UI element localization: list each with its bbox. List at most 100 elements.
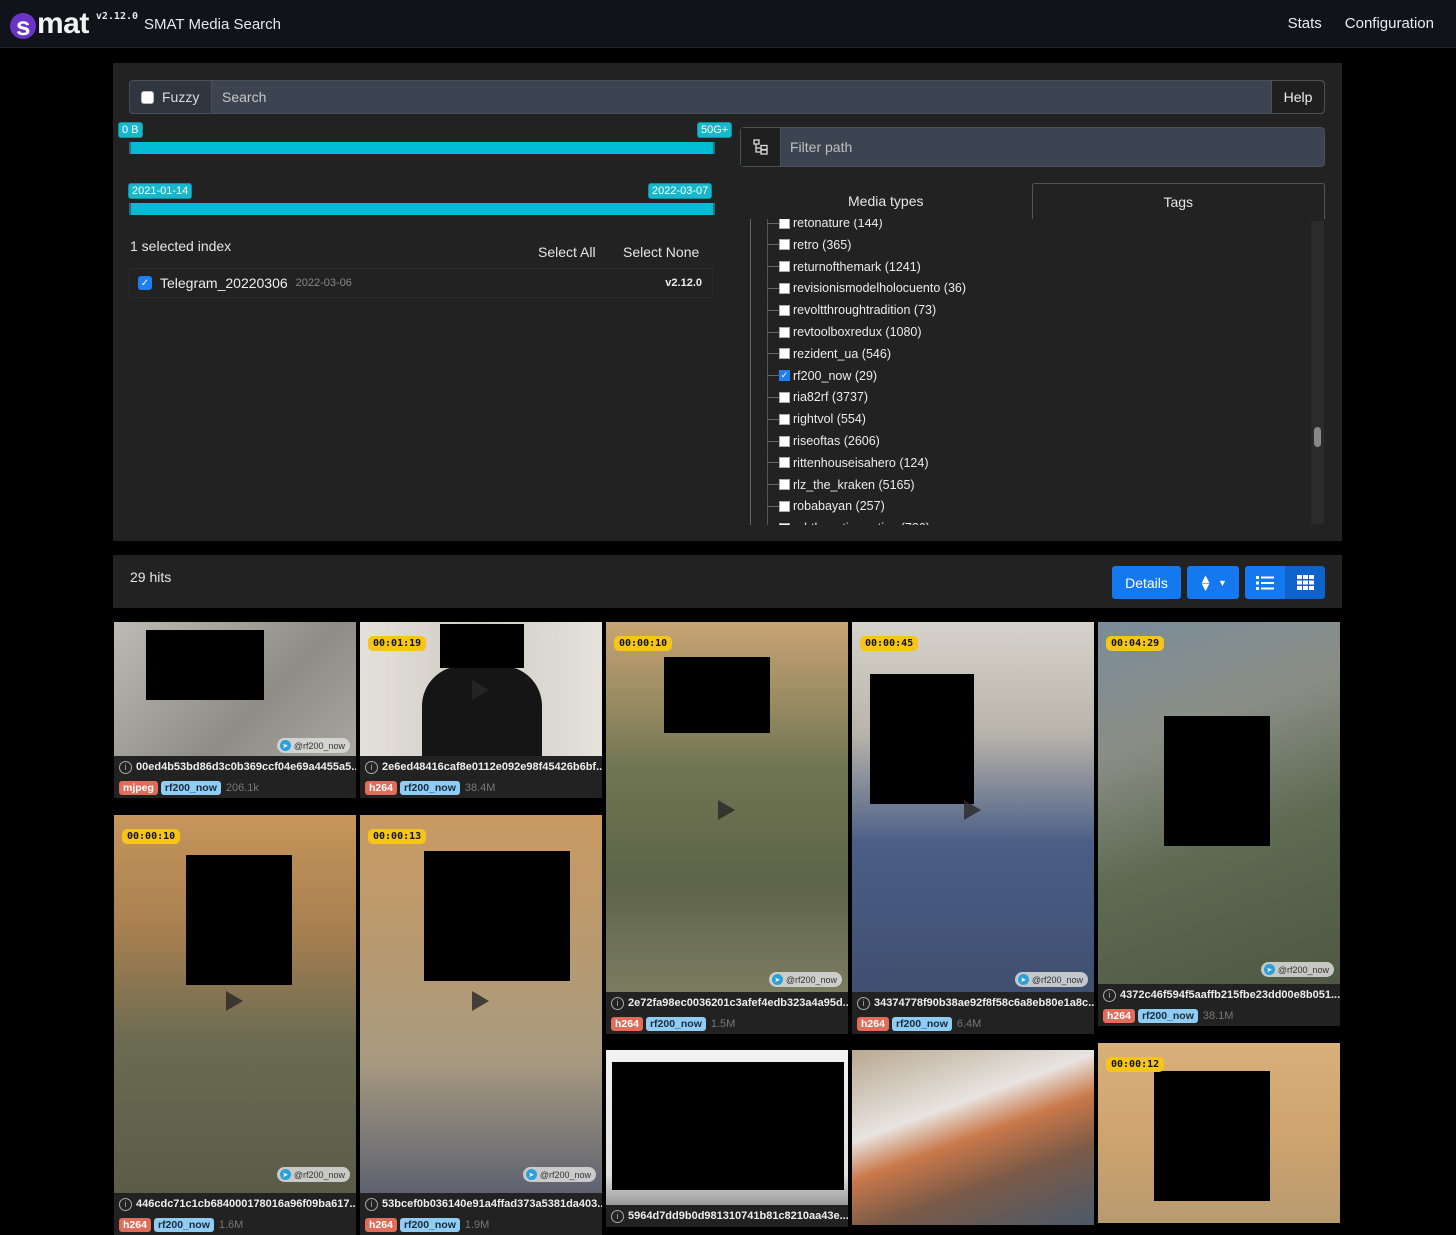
file-name[interactable]: i 34374778f90b38ae92f8f58c6a8eb80e1a8c... [852,992,1094,1014]
tag-tree-scrollbar[interactable] [1311,221,1324,524]
result-card[interactable]: 00:00:45 ➤ @rf200_now i 34374778f90b38ae92f8… [852,622,1094,1034]
folder-tree-icon[interactable] [741,128,781,166]
tag-item[interactable]: riseoftas (2606) [767,431,880,451]
result-card[interactable]: ➤ @rf200_now i 00ed4b53bd86d3c0b369ccf04e69… [114,622,356,798]
tag-checkbox[interactable]: ✓ [779,370,790,382]
tag-checkbox[interactable] [779,522,790,525]
media-thumbnail[interactable]: 00:00:12 [1098,1043,1340,1223]
tag-checkbox[interactable] [779,261,790,273]
filter-path-input[interactable] [781,128,1324,166]
info-icon[interactable]: i [857,996,870,1010]
file-name[interactable]: i 446cdc71c1cb684000178016a96f09ba617... [114,1193,356,1215]
tag-item[interactable]: retro (365) [767,235,851,255]
tag-item[interactable]: rightvol (554) [767,409,866,429]
media-thumbnail[interactable]: 00:01:19 [360,622,602,756]
tag-checkbox[interactable] [779,435,790,447]
play-icon[interactable] [964,800,981,820]
file-name[interactable]: i 5964d7dd9b0d981310741b81c8210aa43e... [606,1205,848,1227]
media-thumbnail[interactable]: 00:00:10 ➤ @rf200_now [606,622,848,992]
info-icon[interactable]: i [119,760,132,774]
tag-item[interactable]: robabayan (257) [767,496,885,516]
tag-checkbox[interactable] [779,457,790,469]
date-range-slider[interactable] [129,203,715,215]
tag-badge[interactable]: rf200_now [891,1017,952,1031]
grid-view-button[interactable] [1285,566,1325,599]
tag-item[interactable]: returnofthemark (1241) [767,257,921,277]
file-name[interactable]: i 2e6ed48416caf8e0112e092e98f45426b6bf... [360,756,602,778]
tag-badge[interactable]: rf200_now [399,1218,460,1232]
media-thumbnail[interactable] [606,1050,848,1205]
tag-item[interactable]: revoltthroughtradition (73) [767,300,936,320]
result-card[interactable]: 00:00:12 [1098,1043,1340,1223]
index-checkbox[interactable]: ✓ [138,276,152,290]
details-button[interactable]: Details [1112,566,1181,599]
help-button[interactable]: Help [1271,81,1324,113]
media-thumbnail[interactable] [852,1050,1094,1225]
tag-checkbox[interactable] [779,500,790,512]
scrollbar-thumb[interactable] [1314,427,1321,447]
tag-checkbox[interactable] [779,413,790,425]
tag-badge[interactable]: rf200_now [153,1218,214,1232]
nav-configuration-link[interactable]: Configuration [1345,15,1434,32]
info-icon[interactable]: i [1103,988,1116,1002]
media-thumbnail[interactable]: 00:00:45 ➤ @rf200_now [852,622,1094,992]
tag-checkbox[interactable] [779,391,790,403]
info-icon[interactable]: i [365,1197,378,1211]
tag-item[interactable]: robtheantinarrative (786) [767,518,930,525]
size-range-slider[interactable] [129,142,715,154]
nav-stats-link[interactable]: Stats [1288,15,1322,32]
tag-badge[interactable]: rf200_now [1137,1009,1198,1023]
result-card[interactable]: 00:00:13 ➤ @rf200_now i 53bcef0b036140e91a4f… [360,815,602,1235]
play-icon[interactable] [226,991,243,1011]
info-icon[interactable]: i [611,1209,624,1223]
play-icon[interactable] [472,680,489,700]
fuzzy-checkbox[interactable] [141,90,154,104]
tab-tags[interactable]: Tags [1031,183,1325,219]
list-view-button[interactable] [1245,566,1285,599]
tag-checkbox[interactable] [779,239,790,251]
sort-dropdown-button[interactable]: ▲ ▼ ▼ [1187,566,1239,599]
tag-item[interactable]: revtoolboxredux (1080) [767,322,922,342]
tag-checkbox[interactable] [779,479,790,491]
info-icon[interactable]: i [119,1197,132,1211]
brand[interactable]: s mat v2.12.0 SMAT Media Search [10,6,281,42]
result-card[interactable]: 00:01:19 i 2e6ed48416caf8e0112e092e98f4542… [360,622,602,798]
info-icon[interactable]: i [365,760,378,774]
media-thumbnail[interactable]: ➤ @rf200_now [114,622,356,756]
tag-badge[interactable]: rf200_now [645,1017,706,1031]
select-all-button[interactable]: Select All [538,244,596,260]
tag-checkbox[interactable] [779,304,790,316]
tag-item[interactable]: ✓ rf200_now (29) [767,366,877,386]
result-card[interactable]: 00:04:29 ➤ @rf200_now i 4372c46f594f5aaffb21… [1098,622,1340,1026]
file-name[interactable]: i 4372c46f594f5aaffb215fbe23dd00e8b051... [1098,984,1340,1006]
tag-item[interactable]: rlz_the_kraken (5165) [767,475,915,495]
tag-checkbox[interactable] [779,282,790,294]
fuzzy-toggle[interactable]: Fuzzy [130,81,212,113]
media-thumbnail[interactable]: 00:04:29 ➤ @rf200_now [1098,622,1340,984]
tag-badge[interactable]: rf200_now [399,781,460,795]
media-thumbnail[interactable]: 00:00:10 ➤ @rf200_now [114,815,356,1193]
file-name[interactable]: i 2e72fa98ec0036201c3afef4edb323a4a95d... [606,992,848,1014]
result-card[interactable]: i 5964d7dd9b0d981310741b81c8210aa43e... [606,1050,848,1227]
tag-badge[interactable]: rf200_now [160,781,221,795]
info-icon[interactable]: i [611,996,624,1010]
tag-item[interactable]: rittenhouseisahero (124) [767,453,929,473]
media-thumbnail[interactable]: 00:00:13 ➤ @rf200_now [360,815,602,1193]
result-card[interactable] [852,1050,1094,1225]
tag-checkbox[interactable] [779,219,790,229]
play-icon[interactable] [718,800,735,820]
file-name[interactable]: i 00ed4b53bd86d3c0b369ccf04e69a4455a5... [114,756,356,778]
logo[interactable]: s mat [10,6,89,42]
tag-checkbox[interactable] [779,348,790,360]
tag-item[interactable]: ria82rf (3737) [767,387,868,407]
index-row[interactable]: ✓ Telegram_20220306 2022-03-06 v2.12.0 [129,268,713,298]
result-card[interactable]: 00:00:10 ➤ @rf200_now i 446cdc71c1cb68400017… [114,815,356,1235]
tag-item[interactable]: revisionismodelholocuento (36) [767,278,966,298]
tag-checkbox[interactable] [779,326,790,338]
play-icon[interactable] [472,991,489,1011]
tag-item[interactable]: rezident_ua (546) [767,344,891,364]
select-none-button[interactable]: Select None [623,244,699,260]
search-input[interactable] [212,81,1271,113]
tag-item[interactable]: retonature (144) [767,219,883,233]
file-name[interactable]: i 53bcef0b036140e91a4ffad373a5381da403... [360,1193,602,1215]
